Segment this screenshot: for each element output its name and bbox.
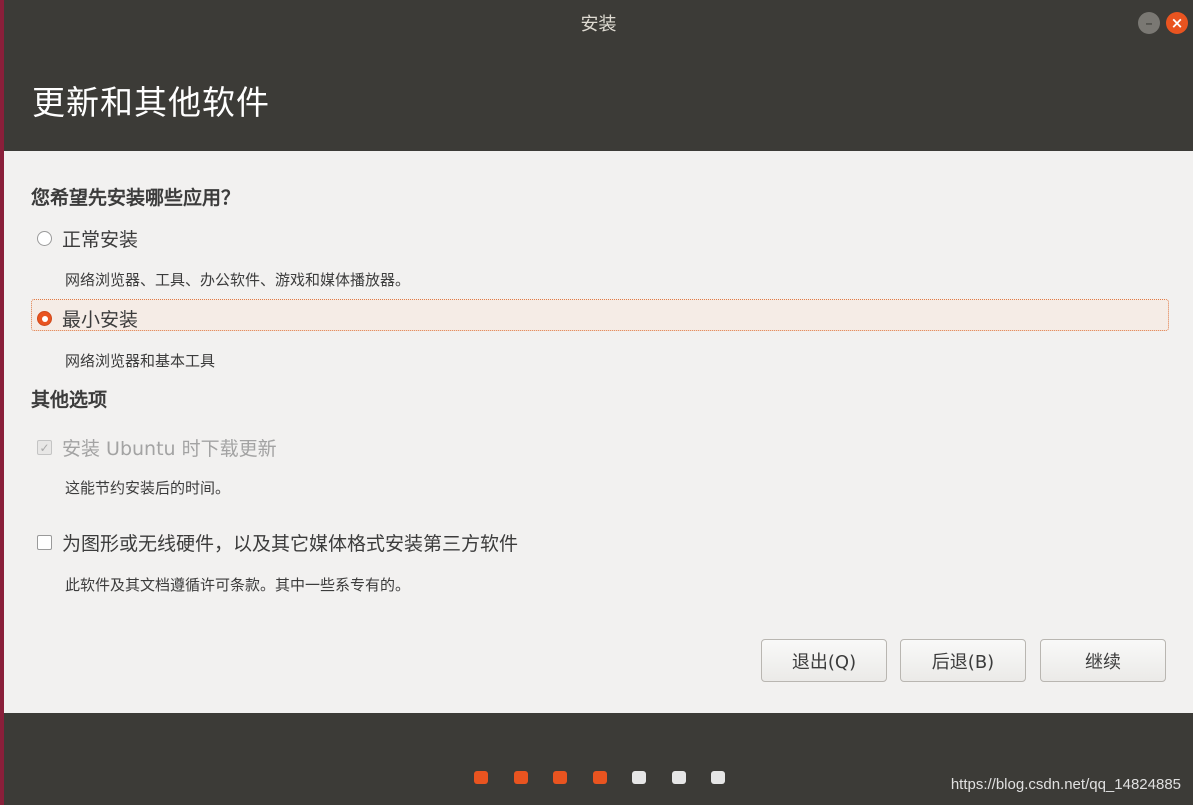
download-updates-description: 这能节约安装后的时间。: [65, 479, 231, 497]
quit-button[interactable]: 退出(Q): [761, 639, 887, 682]
content-area: 您希望先安装哪些应用？ 正常安装 网络浏览器、工具、办公软件、游戏和媒体播放器。…: [4, 151, 1193, 713]
minimize-icon[interactable]: –: [1138, 12, 1160, 34]
close-icon[interactable]: ×: [1166, 12, 1188, 34]
progress-dot-pending: [632, 771, 646, 784]
progress-dot-done: [513, 771, 528, 784]
title-bar: 安装 – ×: [4, 0, 1193, 46]
focus-ring: [31, 299, 1169, 331]
radio-checked-icon[interactable]: [37, 311, 52, 326]
minimize-glyph: –: [1145, 13, 1153, 32]
other-options-title: 其他选项: [31, 389, 108, 411]
installer-window: 安装 – × 更新和其他软件 您希望先安装哪些应用？ 正常安装 网络浏览器、工具…: [4, 0, 1193, 805]
page-header: 更新和其他软件: [4, 46, 1193, 151]
checkbox-unchecked-icon[interactable]: [37, 535, 52, 550]
checkbox-label: 为图形或无线硬件，以及其它媒体格式安装第三方软件: [62, 533, 519, 555]
radio-minimal-install[interactable]: 最小安装: [31, 305, 138, 332]
checkbox-third-party[interactable]: 为图形或无线硬件，以及其它媒体格式安装第三方软件: [31, 529, 518, 556]
normal-install-description: 网络浏览器、工具、办公软件、游戏和媒体播放器。: [65, 271, 411, 289]
minimal-install-description: 网络浏览器和基本工具: [65, 352, 216, 370]
window-title: 安装: [580, 14, 617, 35]
radio-normal-install[interactable]: 正常安装: [31, 225, 138, 252]
progress-dot-pending: [671, 771, 686, 784]
back-button[interactable]: 后退(B): [900, 639, 1026, 682]
progress-dot-pending: [711, 771, 725, 784]
close-glyph: ×: [1170, 13, 1184, 32]
radio-label: 正常安装: [62, 229, 139, 251]
progress-footer: https://blog.csdn.net/qq_14824885: [4, 713, 1193, 805]
checkbox-label: 安装 Ubuntu 时下载更新: [62, 438, 277, 460]
continue-button[interactable]: 继续: [1040, 639, 1166, 682]
progress-dot-done: [592, 771, 607, 784]
progress-dot-done: [474, 771, 488, 784]
progress-dot-done: [553, 771, 567, 784]
watermark-text: https://blog.csdn.net/qq_14824885: [950, 776, 1181, 793]
third-party-description: 此软件及其文档遵循许可条款。其中一些系专有的。: [65, 576, 411, 594]
radio-unchecked-icon[interactable]: [37, 231, 52, 246]
install-question: 您希望先安装哪些应用？: [31, 187, 241, 209]
radio-label: 最小安装: [62, 309, 139, 331]
checkmark-icon[interactable]: ✓: [37, 440, 52, 455]
checkbox-download-updates[interactable]: ✓ 安装 Ubuntu 时下载更新: [31, 434, 277, 461]
page-title: 更新和其他软件: [32, 83, 270, 122]
